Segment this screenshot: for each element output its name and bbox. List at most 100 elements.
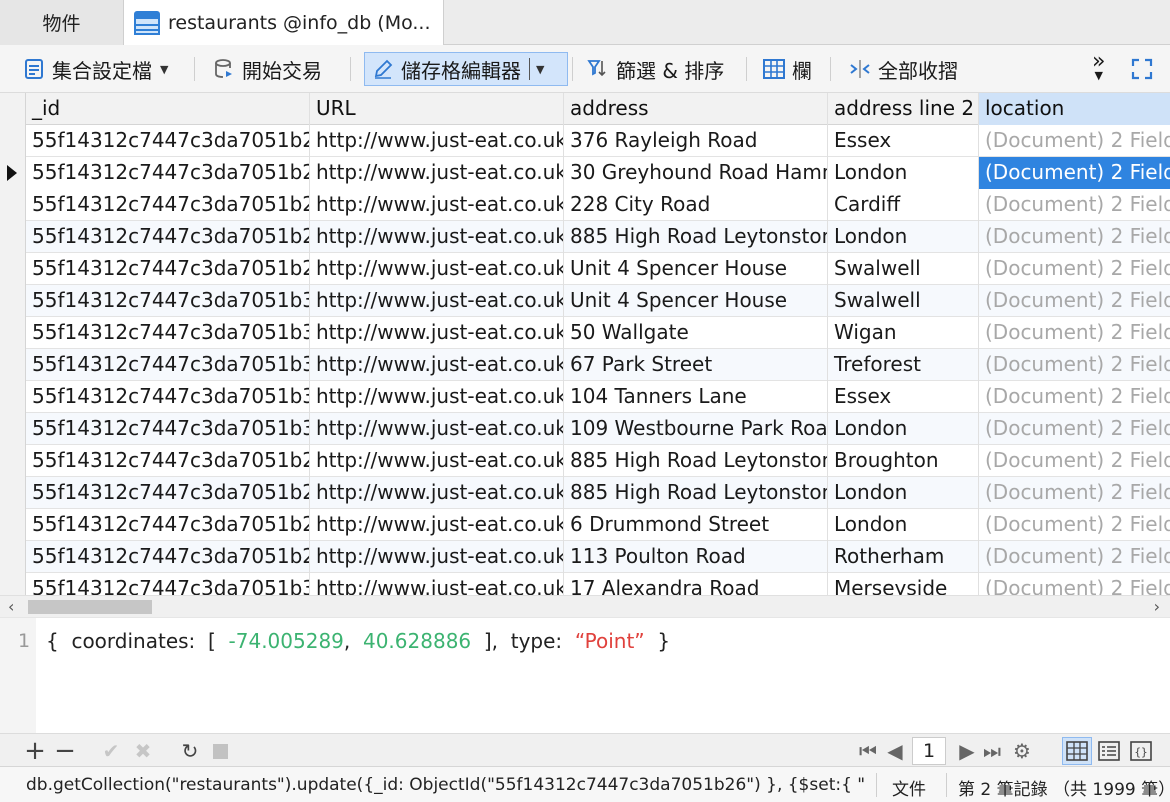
cell-location[interactable]: (Document) 2 Fields (979, 509, 1170, 541)
cell-location[interactable]: (Document) 2 Fields (979, 541, 1170, 573)
cell-location[interactable]: (Document) 2 Fields (979, 125, 1170, 157)
table-row[interactable]: 55f14312c7447c3da7051b2c http://www.just-… (0, 477, 1170, 509)
cell-address[interactable]: 67 Park Street (564, 349, 828, 381)
cell-url[interactable]: http://www.just-eat.co.uk/r (310, 125, 564, 157)
cell-address[interactable]: Unit 4 Spencer House (564, 253, 828, 285)
first-page-icon[interactable]: ⏮ (856, 738, 880, 764)
cell-url[interactable]: http://www.just-eat.co.uk/r (310, 509, 564, 541)
cell-address-line-2[interactable]: Swalwell (828, 253, 979, 285)
row-gutter[interactable] (0, 477, 26, 509)
table-row[interactable]: 55f14312c7447c3da7051b26 http://www.just-… (0, 189, 1170, 221)
cell-url[interactable]: http://www.just-eat.co.uk/r (310, 317, 564, 349)
cell-url[interactable]: http://www.just-eat.co.uk/r (310, 477, 564, 509)
add-record-icon[interactable]: + (24, 736, 46, 766)
row-gutter[interactable] (0, 349, 26, 381)
cell-id[interactable]: 55f14312c7447c3da7051b32 (26, 317, 310, 349)
cell-id[interactable]: 55f14312c7447c3da7051b2e (26, 221, 310, 253)
table-row[interactable]: 55f14312c7447c3da7051b31 http://www.just-… (0, 349, 1170, 381)
more-tools-button[interactable]: » ▼ (1086, 51, 1111, 86)
row-gutter[interactable] (0, 541, 26, 573)
cell-location[interactable]: (Document) 2 Fields (979, 157, 1170, 189)
cell-location[interactable]: (Document) 2 Fields (979, 477, 1170, 509)
cell-url[interactable]: http://www.just-eat.co.uk/r (310, 285, 564, 317)
cell-url[interactable]: http://www.just-eat.co.uk/r (310, 157, 564, 189)
cell-url[interactable]: http://www.just-eat.co.uk/r (310, 253, 564, 285)
last-page-icon[interactable]: ⏭ (980, 738, 1004, 764)
collapse-all-button[interactable]: 全部收摺 (842, 52, 964, 86)
cell-location[interactable]: (Document) 2 Fields (979, 221, 1170, 253)
cell-address-line-2[interactable]: London (828, 413, 979, 445)
table-row[interactable]: 55f14312c7447c3da7051b2d http://www.just-… (0, 509, 1170, 541)
row-gutter[interactable] (0, 285, 26, 317)
column-header-address[interactable]: address (564, 93, 828, 125)
cell-id[interactable]: 55f14312c7447c3da7051b33 (26, 381, 310, 413)
cell-address[interactable]: 50 Wallgate (564, 317, 828, 349)
row-gutter[interactable] (0, 509, 26, 541)
row-gutter[interactable] (0, 381, 26, 413)
cell-id[interactable]: 55f14312c7447c3da7051b31 (26, 349, 310, 381)
cell-address[interactable]: 109 Westbourne Park Road (564, 413, 828, 445)
cell-id[interactable]: 55f14312c7447c3da7051b2c (26, 477, 310, 509)
table-row[interactable]: 55f14312c7447c3da7051b2e http://www.just-… (0, 221, 1170, 253)
tab-restaurants[interactable]: restaurants @info_db (Mo... (124, 0, 444, 46)
json-view-button[interactable]: {} (1126, 737, 1156, 765)
cell-url[interactable]: http://www.just-eat.co.uk/r (310, 349, 564, 381)
code-line[interactable]: { coordinates: [ -74.005289, 40.628886 ]… (46, 629, 670, 653)
data-grid[interactable]: _id URL address address line 2 location … (0, 93, 1170, 595)
cell-address[interactable]: 885 High Road Leytonstone (564, 445, 828, 477)
cell-location[interactable]: (Document) 2 Fields (979, 381, 1170, 413)
row-gutter[interactable] (0, 189, 26, 221)
horizontal-scrollbar[interactable]: ‹ › (0, 595, 1170, 617)
cell-id[interactable]: 55f14312c7447c3da7051b34 (26, 413, 310, 445)
cell-address-line-2[interactable]: Swalwell (828, 285, 979, 317)
grid-view-button[interactable] (1062, 737, 1092, 765)
cell-url[interactable]: http://www.just-eat.co.uk/r (310, 445, 564, 477)
cell-url[interactable]: http://www.just-eat.co.uk/r (310, 541, 564, 573)
next-page-icon[interactable]: ▶ (956, 738, 978, 764)
column-header-id[interactable]: _id (26, 93, 310, 125)
cell-editor-button[interactable]: 儲存格編輯器 ▼ (364, 52, 568, 86)
delete-record-icon[interactable]: − (54, 736, 76, 766)
cell-url[interactable]: http://www.just-eat.co.uk/r (310, 221, 564, 253)
cell-address[interactable]: 376 Rayleigh Road (564, 125, 828, 157)
cell-address-line-2[interactable]: Broughton (828, 445, 979, 477)
tree-view-button[interactable] (1094, 737, 1124, 765)
row-gutter[interactable] (0, 445, 26, 477)
cell-address-line-2[interactable]: London (828, 157, 979, 189)
cell-id[interactable]: 55f14312c7447c3da7051b35 (26, 573, 310, 595)
cell-address[interactable]: 104 Tanners Lane (564, 381, 828, 413)
cell-url[interactable]: http://www.just-eat.co.uk/r (310, 413, 564, 445)
row-gutter[interactable] (0, 157, 26, 189)
cell-url[interactable]: http://www.just-eat.co.uk/r (310, 189, 564, 221)
chevron-down-icon[interactable]: ▼ (536, 63, 544, 76)
cell-address[interactable]: Unit 4 Spencer House (564, 285, 828, 317)
cell-address-line-2[interactable]: Essex (828, 381, 979, 413)
cell-address-line-2[interactable]: Wigan (828, 317, 979, 349)
cell-location[interactable]: (Document) 2 Fields (979, 573, 1170, 595)
table-row[interactable]: 55f14312c7447c3da7051b27 http://www.just-… (0, 125, 1170, 157)
table-row[interactable]: 55f14312c7447c3da7051b34 http://www.just-… (0, 413, 1170, 445)
cell-id[interactable]: 55f14312c7447c3da7051b28 (26, 157, 310, 189)
cell-id[interactable]: 55f14312c7447c3da7051b2b (26, 541, 310, 573)
row-gutter[interactable] (0, 317, 26, 349)
table-row[interactable]: 55f14312c7447c3da7051b30 http://www.just-… (0, 285, 1170, 317)
cell-id[interactable]: 55f14312c7447c3da7051b2f (26, 253, 310, 285)
table-row[interactable]: 55f14312c7447c3da7051b2b http://www.just-… (0, 541, 1170, 573)
cell-address-line-2[interactable]: Cardiff (828, 189, 979, 221)
discard-icon[interactable]: ✖ (132, 738, 154, 764)
cell-address-line-2[interactable]: London (828, 477, 979, 509)
cell-address-line-2[interactable]: Essex (828, 125, 979, 157)
table-row[interactable]: 55f14312c7447c3da7051b28 http://www.just-… (0, 157, 1170, 189)
cell-address-line-2[interactable]: London (828, 221, 979, 253)
cell-location[interactable]: (Document) 2 Fields (979, 189, 1170, 221)
cell-address[interactable]: 30 Greyhound Road Hamm (564, 157, 828, 189)
cell-address-line-2[interactable]: Treforest (828, 349, 979, 381)
cell-address[interactable]: 113 Poulton Road (564, 541, 828, 573)
table-row[interactable]: 55f14312c7447c3da7051b33 http://www.just-… (0, 381, 1170, 413)
cell-id[interactable]: 55f14312c7447c3da7051b2a (26, 445, 310, 477)
row-gutter[interactable] (0, 573, 26, 595)
columns-button[interactable]: 欄 (756, 52, 818, 86)
page-number-input[interactable]: 1 (912, 737, 946, 765)
cell-id[interactable]: 55f14312c7447c3da7051b30 (26, 285, 310, 317)
row-gutter[interactable] (0, 221, 26, 253)
